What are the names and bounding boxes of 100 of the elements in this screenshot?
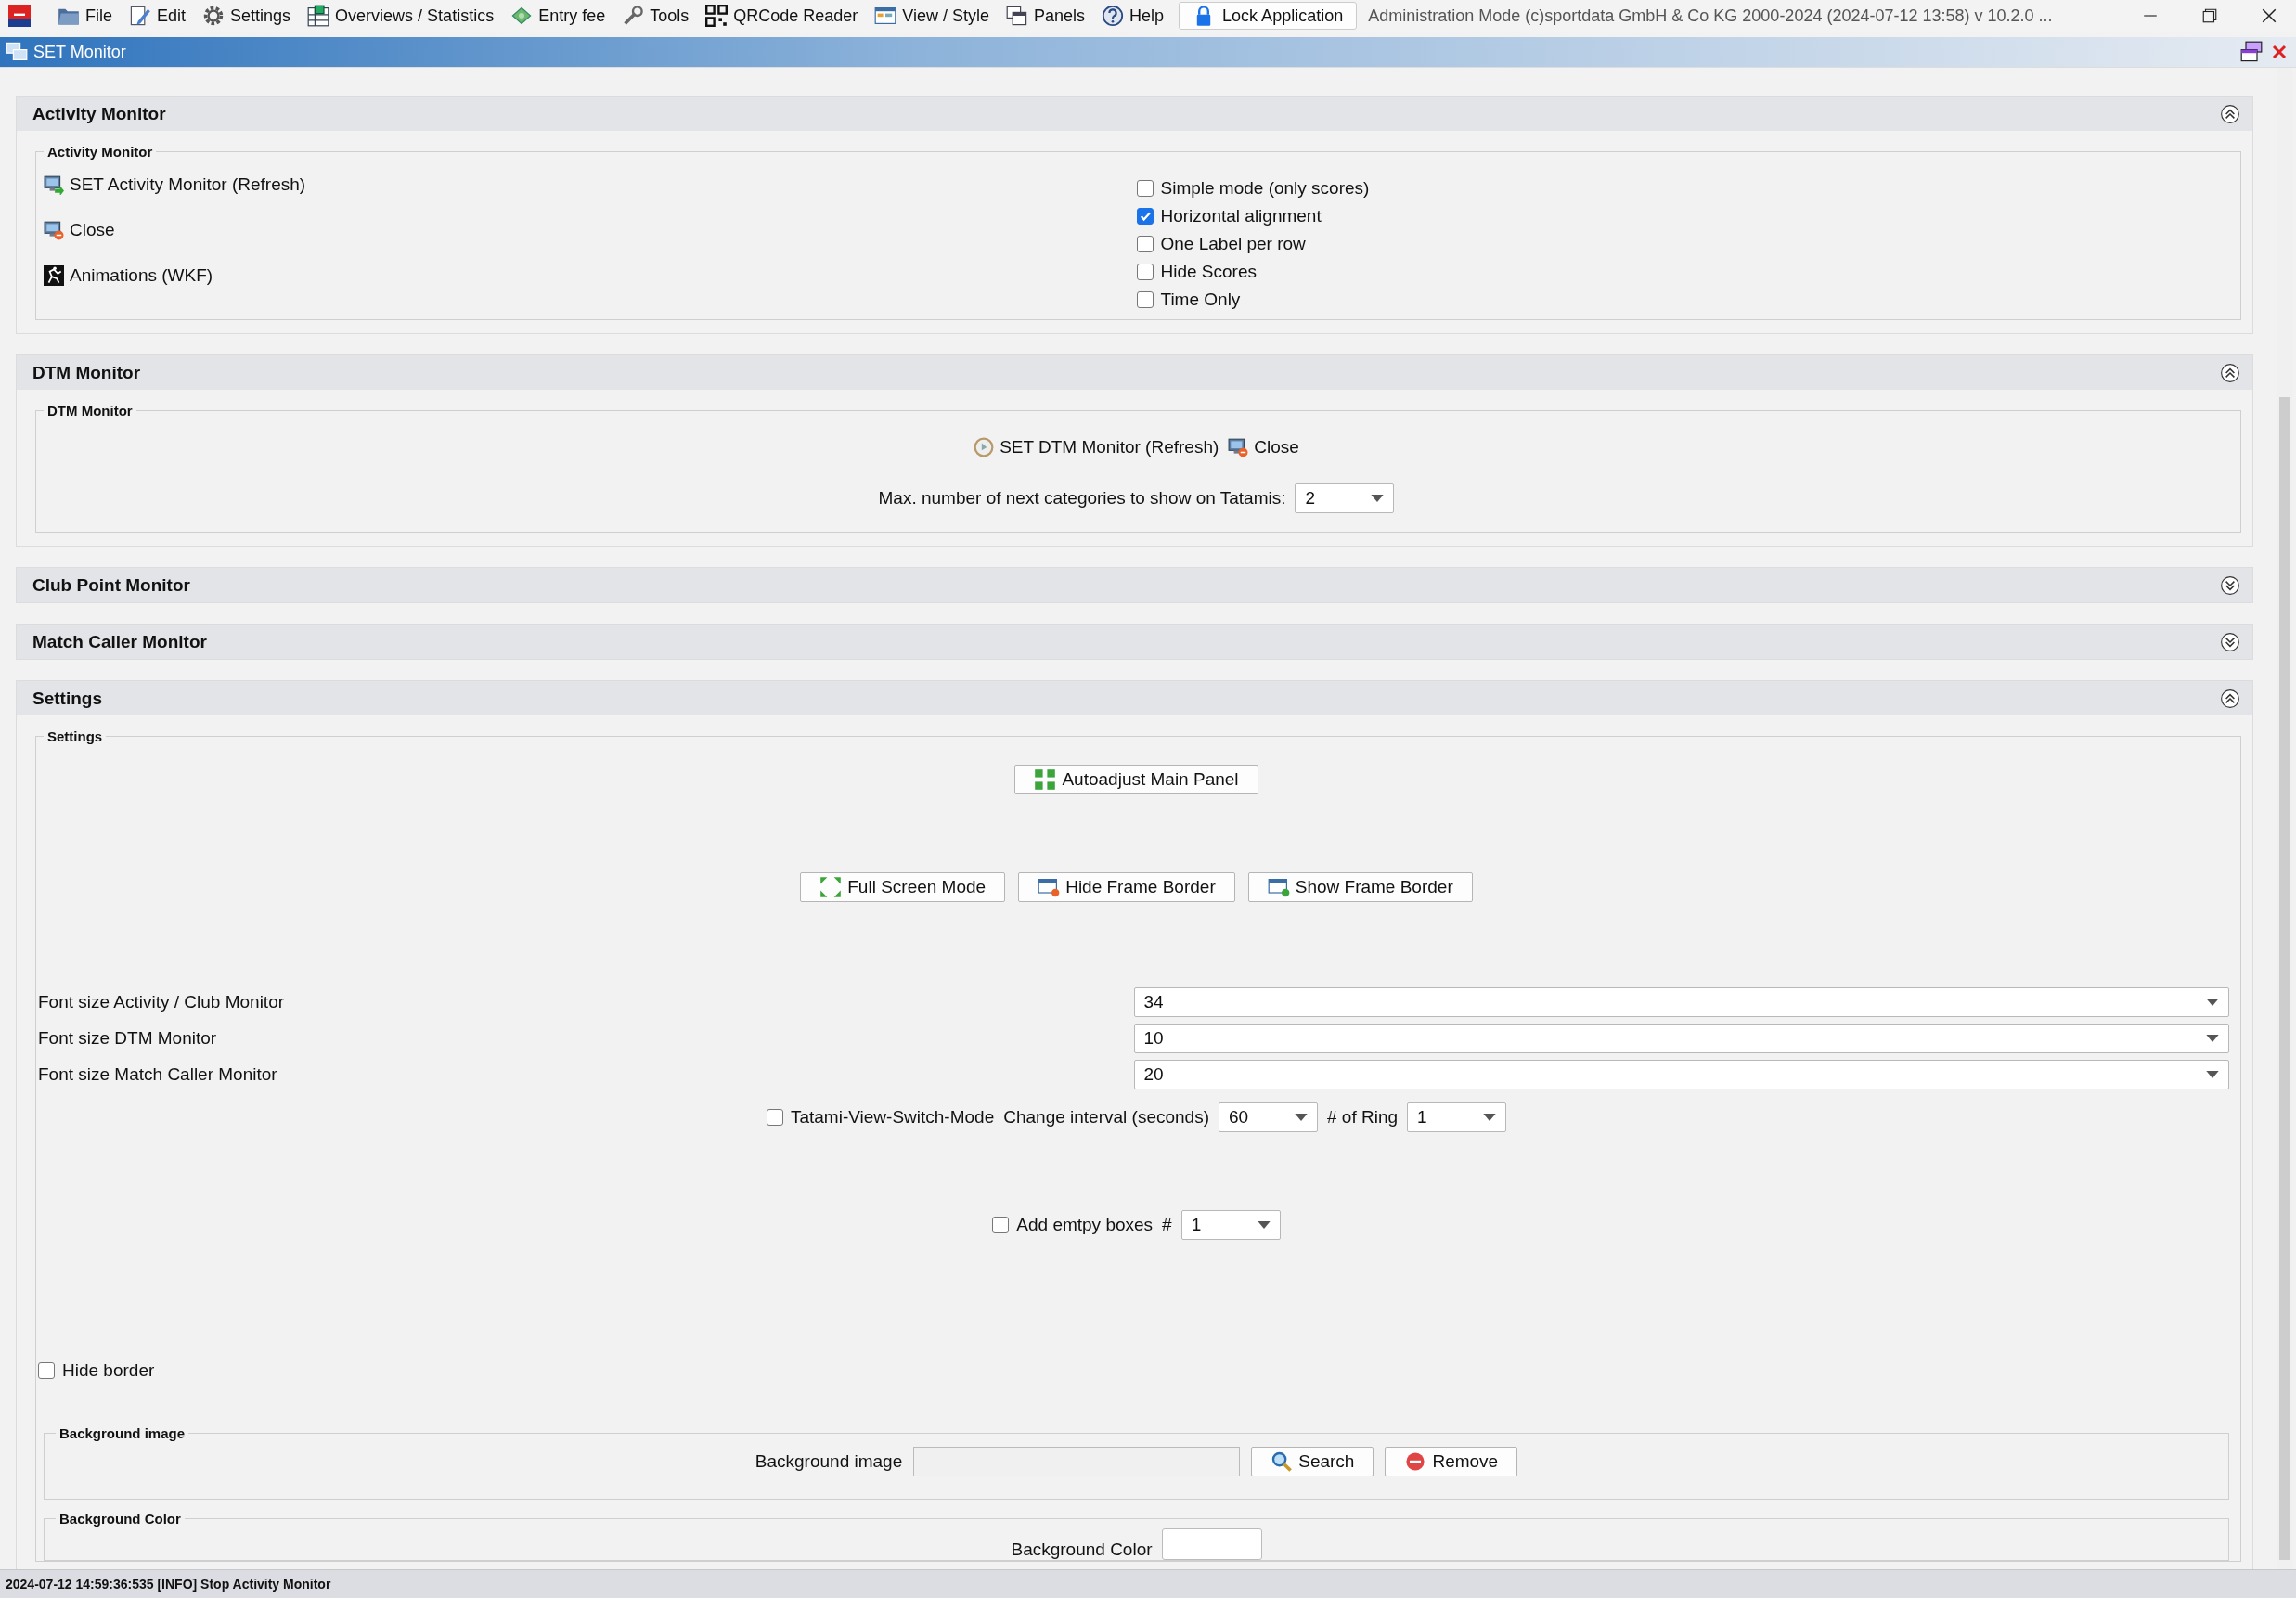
monitor-stop-icon (44, 220, 64, 240)
checkbox-label: Horizontal alignment (1160, 206, 1322, 226)
dropdown[interactable]: 10 (1133, 1024, 2229, 1053)
field-label: Change interval (seconds) (1003, 1107, 1209, 1128)
checkbox[interactable] (38, 1362, 55, 1379)
checkbox[interactable] (1136, 180, 1154, 197)
field-label: Font size Activity / Club Monitor (38, 992, 286, 1012)
dropdown[interactable]: 34 (1133, 987, 2229, 1017)
color-swatch[interactable] (1161, 1528, 1262, 1560)
caret-icon (1295, 1114, 1308, 1121)
dropdown[interactable]: 1 (1180, 1210, 1281, 1240)
qr-code-icon (705, 5, 729, 27)
search-button[interactable]: Search (1251, 1447, 1374, 1476)
section-header[interactable]: Match Caller Monitor (17, 625, 2252, 659)
field-label: Max. number of next categories to show on Tatamis: (878, 488, 1286, 509)
windows-icon (1006, 5, 1028, 27)
status-text: 2024-07-12 14:59:36:535 [INFO] Stop Activity Monitor (6, 1577, 331, 1592)
background-image-field[interactable] (913, 1447, 1241, 1476)
caret-icon (2206, 1071, 2219, 1078)
group-title: Background Color (58, 1511, 182, 1527)
action-link[interactable]: Animations (WKF) (44, 265, 213, 286)
group-title: Activity Monitor (46, 144, 154, 160)
section-title: Match Caller Monitor (32, 631, 207, 652)
menu-item[interactable]: Help (1094, 3, 1172, 29)
caret-icon (1483, 1114, 1497, 1121)
menu-item[interactable]: Overviews / Statistics (300, 3, 502, 29)
field-label: # (1162, 1215, 1172, 1235)
checkbox-label: Simple mode (only scores) (1160, 178, 1370, 199)
checkbox[interactable] (1136, 236, 1154, 252)
dropdown[interactable]: 20 (1133, 1060, 2229, 1089)
field-label: Font size DTM Monitor (38, 1028, 218, 1049)
expand-icon[interactable] (2220, 574, 2240, 596)
field-label: Background image (755, 1451, 903, 1472)
menu-item[interactable]: Panels (999, 3, 1093, 29)
monitor-arrow-icon (44, 174, 64, 195)
frame-button[interactable]: Full Screen Mode (800, 872, 1006, 902)
frame-button[interactable]: Show Frame Border (1247, 872, 1473, 902)
monitors-icon (6, 41, 28, 63)
caret-icon (2206, 999, 2219, 1006)
expand-arrows-icon (1034, 768, 1057, 791)
menu-item[interactable]: Settings (195, 3, 299, 29)
action-link[interactable]: Close (44, 220, 115, 240)
dropdown[interactable]: 60 (1219, 1102, 1318, 1132)
gear-icon (202, 5, 226, 27)
caret-icon (1371, 495, 1385, 502)
field-label: Background Color (1011, 1540, 1153, 1560)
action-link[interactable]: Close (1228, 437, 1299, 457)
dropdown[interactable]: 1 (1407, 1102, 1507, 1132)
field-label: # of Ring (1327, 1107, 1399, 1128)
section-header[interactable]: DTM Monitor (17, 355, 2252, 390)
checkbox[interactable] (1136, 291, 1154, 308)
action-link[interactable]: SET DTM Monitor (Refresh) (974, 437, 1219, 457)
menu-item[interactable]: File (50, 3, 120, 29)
dropdown[interactable]: 2 (1295, 483, 1395, 513)
menu-item[interactable]: View / Style (867, 3, 997, 29)
autoadjust-button[interactable]: Autoadjust Main Panel (1014, 765, 1258, 794)
section-title: Settings (32, 688, 102, 709)
section-header[interactable]: Settings (17, 681, 2252, 715)
remove-button[interactable]: Remove (1385, 1447, 1518, 1476)
menu-item[interactable]: Edit (122, 3, 194, 29)
group-title: Settings (46, 728, 104, 744)
collapse-icon[interactable] (2220, 103, 2240, 124)
cascade-windows-icon[interactable] (2240, 41, 2263, 63)
menu-item[interactable]: QRCode Reader (698, 3, 866, 29)
frame-button[interactable]: Hide Frame Border (1018, 872, 1235, 902)
window-icon (1267, 876, 1290, 898)
section-title: DTM Monitor (32, 362, 141, 383)
group-title: Background image (58, 1425, 187, 1441)
close-icon[interactable] (2261, 7, 2277, 24)
field-label: Font size Match Caller Monitor (38, 1064, 278, 1085)
section-header[interactable]: Activity Monitor (17, 97, 2252, 131)
fullscreen-arrows-icon (819, 876, 843, 898)
checkbox-label: Tatami-View-Switch-Mode (790, 1107, 995, 1128)
restore-icon[interactable] (2201, 7, 2218, 24)
action-link[interactable]: SET Activity Monitor (Refresh) (44, 174, 306, 195)
collapse-icon[interactable] (2220, 688, 2240, 709)
checkbox-label: Hide Scores (1160, 262, 1257, 282)
checkbox[interactable] (766, 1109, 783, 1126)
scrollbar-thumb[interactable] (2279, 397, 2290, 1560)
table-icon (307, 5, 330, 27)
menu-item[interactable]: Entry fee (503, 3, 613, 29)
window-icon (874, 5, 897, 27)
section-title: Activity Monitor (32, 103, 166, 124)
caret-icon (2206, 1035, 2219, 1042)
collapse-icon[interactable] (2220, 362, 2240, 383)
monitor-stop-icon (1228, 437, 1249, 457)
window-title: Administration Mode (c)sportdata GmbH & Co KG 2000-2024 (2024-07-12 13:58) v 10.2.0 ... (1368, 6, 2053, 26)
menu-item[interactable]: Tools (614, 3, 697, 29)
section-header[interactable]: Club Point Monitor (17, 568, 2252, 602)
section-title: Club Point Monitor (32, 574, 190, 596)
lock-application-button[interactable]: Lock Application (1179, 2, 1358, 30)
expand-icon[interactable] (2220, 631, 2240, 652)
checkbox[interactable] (1136, 264, 1154, 280)
search-icon (1271, 1450, 1294, 1473)
checkbox[interactable] (992, 1217, 1010, 1233)
checkbox[interactable] (1136, 208, 1154, 225)
checkbox-label: One Label per row (1160, 234, 1306, 254)
group-title: DTM Monitor (46, 403, 134, 419)
window-icon (1038, 876, 1061, 898)
pencil-icon (129, 5, 151, 27)
